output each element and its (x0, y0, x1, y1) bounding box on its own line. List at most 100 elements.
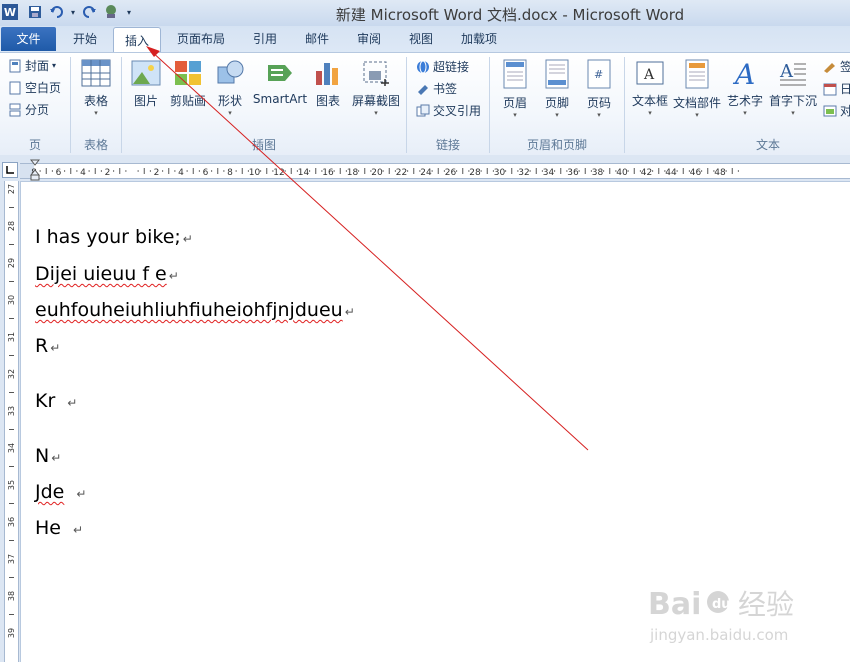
object-button[interactable]: 对 (823, 102, 850, 119)
ruler-number: 14 (298, 168, 310, 178)
tab-review[interactable]: 审阅 (347, 26, 391, 52)
table-label: 表格 (83, 94, 108, 108)
page-break-label: 分页 (25, 103, 50, 117)
shapes-icon (217, 60, 244, 84)
group-links-label: 链接 (435, 138, 460, 152)
wordart-label: 艺术字 (726, 94, 763, 108)
ruler-number: 6 (203, 168, 209, 178)
signature-label: 签 (840, 60, 850, 74)
shapes-label: 形状 (217, 94, 242, 108)
ruler-number: 33 (7, 406, 16, 416)
picture-button[interactable]: 图片 (126, 59, 166, 109)
line-text: N (35, 445, 50, 467)
signature-line-button[interactable]: 签 (823, 58, 850, 75)
cross-reference-button[interactable]: 交叉引用 (416, 102, 481, 119)
document-line[interactable]: Dijei uieuu f e ↵ (35, 263, 179, 285)
tab-view[interactable]: 视图 (399, 26, 443, 52)
chart-button[interactable]: 图表 (310, 59, 346, 109)
ruler-number: 46 (690, 168, 702, 178)
svg-text:Bai: Bai (648, 587, 701, 622)
smartart-button[interactable]: SmartArt (252, 59, 308, 106)
document-line[interactable]: euhfouheiuhliuhfiuheiohfjnjdueu ↵ (35, 299, 355, 321)
tab-home[interactable]: 开始 (62, 26, 108, 52)
blank-page-icon (9, 81, 21, 94)
document-line[interactable]: R ↵ (35, 335, 60, 357)
drop-cap-button[interactable]: A 首字下沉 ▾ (767, 59, 819, 117)
page-break-button[interactable]: 分页 (8, 101, 49, 118)
paragraph-mark-icon: ↵ (72, 523, 84, 537)
svg-text:#: # (594, 68, 603, 81)
vertical-ruler-scale: 27 28 29 30 31 32 33 34 35 36 37 38 39 (7, 184, 16, 638)
wordart-icon: A (732, 58, 755, 91)
tab-file[interactable]: 文件 (1, 27, 56, 51)
line-text: He (35, 517, 61, 539)
clipart-icon (175, 61, 201, 85)
page-number-label: 页码 (586, 96, 611, 110)
vertical-ruler[interactable]: 27 28 29 30 31 32 33 34 35 36 37 38 39 (4, 181, 19, 662)
line-text: I has your bike; (35, 226, 181, 248)
textbox-label: 文本框 (631, 94, 668, 108)
chevron-down-icon: ▾ (94, 109, 98, 117)
drop-cap-icon: A (779, 61, 806, 86)
header-button[interactable]: 页眉 ▾ (496, 59, 534, 119)
wordart-button[interactable]: A 艺术字 ▾ (725, 58, 765, 117)
baidu-logo: Bai du 经验 jingyan.baidu.com (648, 587, 794, 644)
ruler-number: 39 (7, 628, 16, 638)
tab-mailings[interactable]: 邮件 (295, 26, 339, 52)
ruler-number: 35 (7, 480, 16, 490)
hyperlink-button[interactable]: 超链接 (416, 58, 469, 75)
ribbon-tab-row: 文件 开始 插入 页面布局 引用 邮件 审阅 视图 加载项 (0, 26, 850, 53)
screenshot-button[interactable]: 屏幕截图 ▾ (348, 59, 404, 117)
indent-markers[interactable] (29, 159, 41, 181)
horizontal-ruler[interactable]: 8642246810121416182022242628303234363840… (20, 163, 850, 179)
hyperlink-icon (417, 60, 429, 73)
paragraph-mark-icon: ↵ (51, 451, 62, 465)
group-tables-label: 表格 (83, 138, 108, 152)
drop-cap-label: 首字下沉 (768, 94, 817, 108)
cover-page-button[interactable]: 封面 ▾ (8, 57, 56, 74)
table-button[interactable]: 表格 ▾ (74, 59, 118, 117)
page-number-icon: # (587, 59, 611, 89)
document-line[interactable]: N ↵ (35, 445, 61, 467)
quick-parts-button[interactable]: 文档部件 ▾ (672, 59, 722, 119)
bookmark-button[interactable]: 书签 (416, 80, 457, 97)
group-pages-label: 页 (28, 138, 41, 152)
ruler-number: 22 (396, 168, 407, 178)
footer-button[interactable]: 页脚 ▾ (538, 59, 576, 119)
document-line[interactable]: Kr ↵ (35, 390, 77, 412)
textbox-button[interactable]: A 文本框 ▾ (630, 59, 670, 117)
left-tab-stop-icon (6, 166, 14, 174)
ruler-number: 18 (347, 168, 359, 178)
calendar-icon (823, 83, 837, 95)
line-text: Kr (35, 390, 56, 412)
smartart-label: SmartArt (252, 92, 308, 106)
clipart-button[interactable]: 剪贴画 (168, 59, 208, 109)
page-number-button[interactable]: # 页码 ▾ (580, 59, 618, 119)
svg-text:du: du (712, 597, 731, 612)
shapes-button[interactable]: 形状 ▾ (212, 59, 248, 117)
clipart-label: 剪贴画 (169, 94, 206, 108)
quick-parts-label: 文档部件 (672, 96, 721, 110)
ruler-number: 27 (7, 184, 16, 194)
screenshot-label: 屏幕截图 (351, 94, 400, 108)
ruler-number: 36 (7, 517, 16, 527)
blank-page-button[interactable]: 空白页 (8, 79, 61, 96)
ruler-number: 40 (616, 168, 628, 178)
line-text: R (35, 335, 49, 357)
tab-references[interactable]: 引用 (243, 26, 287, 52)
window-title: 新建 Microsoft Word 文档.docx - Microsoft Wo… (335, 6, 685, 24)
ruler-number: 26 (445, 168, 457, 178)
chevron-down-icon: ▾ (743, 109, 747, 117)
header-label: 页眉 (502, 96, 527, 110)
document-line[interactable]: Jde ↵ (35, 481, 86, 503)
date-time-button[interactable]: 日 (823, 80, 850, 97)
tab-addins[interactable]: 加载项 (452, 26, 506, 52)
line-text: euhfouheiuhliuhfiuheiohfjnjdueu (35, 299, 343, 321)
tab-page-layout[interactable]: 页面布局 (170, 26, 232, 52)
tab-selector-button[interactable] (2, 162, 18, 178)
document-line[interactable]: I has your bike; ↵ (35, 226, 193, 248)
tab-insert[interactable]: 插入 (113, 27, 161, 53)
document-line[interactable]: He ↵ (35, 517, 83, 539)
paragraph-mark-icon: ↵ (50, 341, 61, 355)
ruler-number: 4 (178, 168, 184, 178)
